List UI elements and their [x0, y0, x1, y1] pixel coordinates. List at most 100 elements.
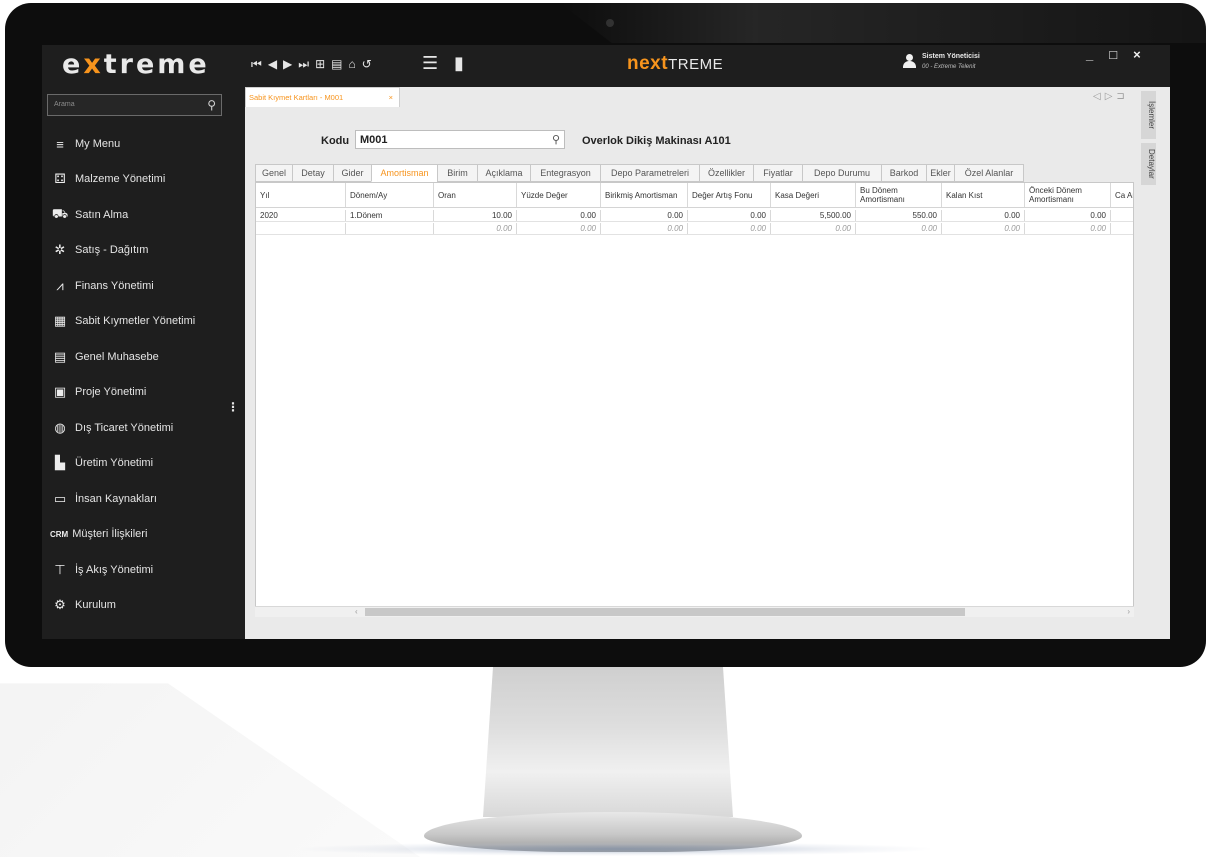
table-cell[interactable]: 5,500.00 — [771, 210, 856, 221]
save-icon[interactable]: ▤ — [331, 57, 342, 72]
fixed-assets-icon: ▦ — [53, 313, 67, 328]
bezel-highlight — [560, 3, 1206, 43]
side-tab-detaylar[interactable]: Detaylar — [1141, 143, 1156, 185]
user-name: Sistem Yöneticisi — [922, 53, 980, 60]
sidebar-item-genel-muhasebe[interactable]: ▤ Genel Muhasebe — [50, 347, 159, 367]
tab-amortisman[interactable]: Amortisman — [371, 164, 437, 182]
totals-row: 0.00 0.00 0.00 0.00 0.00 0.00 0.00 0.00 — [256, 223, 1133, 235]
prev-record-icon[interactable]: ◀ — [268, 57, 277, 72]
column-header[interactable]: Ca Ar — [1111, 183, 1133, 207]
record-navigation: ⏮ ◀ ▶ ⏭ ⊞ ▤ ⌂ ↺ — [251, 57, 372, 72]
first-record-icon[interactable]: ⏮ — [251, 57, 262, 72]
table-cell[interactable]: 2020 — [256, 210, 346, 221]
tab-close-icon[interactable]: × — [389, 93, 393, 102]
tab-genel[interactable]: Genel — [255, 164, 292, 182]
tab-ozel-alanlar[interactable]: Özel Alanlar — [954, 164, 1024, 182]
sidebar-item-my-menu[interactable]: ≡ My Menu — [50, 134, 120, 154]
column-header[interactable]: Değer Artış Fonu — [688, 183, 771, 207]
panel-nav-arrows[interactable]: ◁▷⊐ — [1093, 91, 1129, 102]
column-header[interactable]: Yüzde Değer — [517, 183, 601, 207]
sidebar-item-is-akis[interactable]: ⊤ İş Akış Yönetimi — [50, 560, 153, 580]
hamburger-menu-icon[interactable]: ☰ — [422, 53, 438, 74]
scroll-right-icon[interactable]: › — [1127, 607, 1130, 616]
search-input[interactable]: Arama ⚲ — [47, 94, 222, 116]
total-cell — [256, 223, 346, 234]
column-header[interactable]: Bu Dönem Amortismanı — [856, 183, 942, 207]
table-cell[interactable]: 10.00 — [434, 210, 517, 221]
column-header[interactable]: Dönem/Ay — [346, 183, 434, 207]
sidebar-item-sabit-kiymetler[interactable]: ▦ Sabit Kıymetler Yönetimi — [50, 311, 195, 331]
table-cell[interactable]: 1.Dönem — [346, 210, 434, 221]
total-cell: 0.00 — [434, 223, 517, 234]
tab-ozellikler[interactable]: Özellikler — [699, 164, 753, 182]
scrollbar-thumb[interactable] — [365, 608, 965, 616]
table-cell[interactable]: 0.00 — [688, 210, 771, 221]
minimize-button[interactable]: _ — [1086, 47, 1093, 62]
total-cell: 0.00 — [771, 223, 856, 234]
kodu-search-icon[interactable]: ⚲ — [552, 133, 560, 146]
tab-depo-durumu[interactable]: Depo Durumu — [802, 164, 881, 182]
total-cell — [346, 223, 434, 234]
distribution-icon: ✲ — [54, 242, 66, 257]
column-header[interactable]: Önceki Dönem Amortismanı — [1025, 183, 1111, 207]
column-header[interactable]: Kalan Kıst — [942, 183, 1025, 207]
total-cell: 0.00 — [942, 223, 1025, 234]
last-record-icon[interactable]: ⏭ — [298, 57, 309, 72]
sidebar-item-uretim[interactable]: ▙ Üretim Yönetimi — [50, 453, 153, 473]
sidebar: Arama ⚲ ≡ My Menu ⚃ Malzeme Yönetimi ⛟ Satı… — [42, 87, 245, 639]
tab-detay[interactable]: Detay — [292, 164, 333, 182]
total-cell: 0.00 — [1025, 223, 1111, 234]
maximize-button[interactable]: □ — [1109, 47, 1117, 62]
delete-icon[interactable]: ⌂ — [349, 57, 356, 72]
sidebar-item-satis[interactable]: ✲ Satış - Dağıtım — [50, 240, 149, 260]
tab-depo-parametreleri[interactable]: Depo Parametreleri — [600, 164, 699, 182]
table-cell[interactable]: 0.00 — [517, 210, 601, 221]
app-screen: extreme ⏮ ◀ ▶ ⏭ ⊞ ▤ ⌂ ↺ ☰ ▮ nextTREME Si… — [42, 45, 1170, 639]
scroll-left-icon[interactable]: ‹ — [355, 607, 358, 616]
new-record-icon[interactable]: ⊞ — [315, 57, 325, 72]
sidebar-collapse-handle[interactable]: ⋮ — [227, 400, 239, 414]
sidebar-item-finans[interactable]: ⩘ Finans Yönetimi — [50, 276, 153, 296]
close-button[interactable]: × — [1133, 47, 1141, 62]
undo-icon[interactable]: ↺ — [362, 57, 372, 72]
window-controls: _ □ × — [1086, 47, 1141, 62]
table-cell[interactable]: 0.00 — [942, 210, 1025, 221]
side-tab-islemler[interactable]: İşlemler — [1141, 91, 1156, 139]
sidebar-item-malzeme[interactable]: ⚃ Malzeme Yönetimi — [50, 169, 165, 189]
sidebar-item-kurulum[interactable]: ⚙ Kurulum — [50, 595, 116, 615]
tab-ekler[interactable]: Ekler — [926, 164, 954, 182]
sidebar-item-insan-kaynaklari[interactable]: ▭ İnsan Kaynakları — [50, 489, 157, 509]
tab-aciklama[interactable]: Açıklama — [477, 164, 530, 182]
table-cell[interactable] — [1111, 210, 1133, 221]
sidebar-item-proje[interactable]: ▣ Proje Yönetimi — [50, 382, 147, 402]
my-menu-icon: ≡ — [56, 136, 64, 152]
table-cell[interactable]: 0.00 — [601, 210, 688, 221]
user-icon[interactable] — [902, 54, 916, 68]
total-cell — [1111, 223, 1133, 234]
table-cell[interactable]: 550.00 — [856, 210, 942, 221]
sidebar-item-crm[interactable]: CRM Müşteri İlişkileri — [50, 524, 147, 544]
document-tab[interactable]: Sabit Kıymet Kartları - M001 × — [245, 87, 400, 107]
tab-entegrasyon[interactable]: Entegrasyon — [530, 164, 600, 182]
next-record-icon[interactable]: ▶ — [283, 57, 292, 72]
table-row[interactable]: 2020 1.Dönem 10.00 0.00 0.00 0.00 5,500.… — [256, 210, 1133, 222]
column-header[interactable]: Kasa Değeri — [771, 183, 856, 207]
horizontal-scrollbar[interactable]: ‹ › — [255, 606, 1134, 617]
column-header[interactable]: Oran — [434, 183, 517, 207]
search-icon[interactable]: ⚲ — [207, 98, 216, 112]
product-name: Overlok Dikiş Makinası A101 — [582, 135, 731, 147]
tab-fiyatlar[interactable]: Fiyatlar — [753, 164, 802, 182]
table-cell[interactable]: 0.00 — [1025, 210, 1111, 221]
tab-gider[interactable]: Gider — [333, 164, 371, 182]
kodu-field[interactable]: M001 ⚲ — [355, 130, 565, 149]
sidebar-item-satin-alma[interactable]: ⛟ Satın Alma — [50, 205, 128, 225]
finance-chart-icon: ⩘ — [56, 278, 64, 293]
sidebar-item-dis-ticaret[interactable]: ◍ Dış Ticaret Yönetimi — [50, 418, 173, 438]
column-header[interactable]: Yıl — [256, 183, 346, 207]
column-header[interactable]: Birikmiş Amortisman — [601, 183, 688, 207]
total-cell: 0.00 — [688, 223, 771, 234]
monitor-stand-neck — [483, 667, 733, 817]
bookmark-icon[interactable]: ▮ — [454, 53, 464, 74]
tab-birim[interactable]: Birim — [437, 164, 477, 182]
tab-barkod[interactable]: Barkod — [881, 164, 926, 182]
